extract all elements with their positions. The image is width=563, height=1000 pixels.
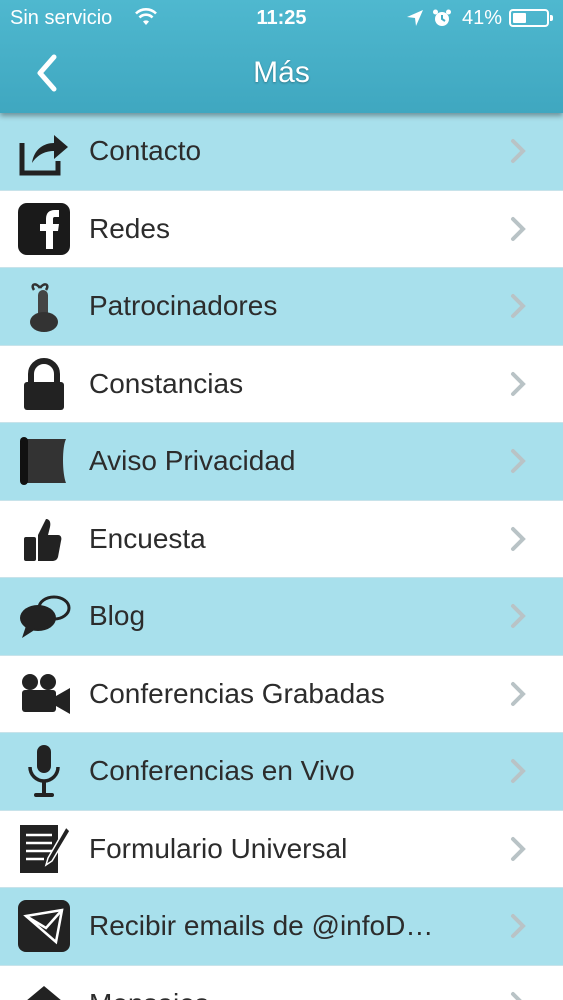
document-pen-icon [16,821,72,877]
facebook-icon [16,201,72,257]
chevron-right-icon [508,292,528,320]
location-arrow-icon [406,9,424,27]
menu-item-label: Constancias [89,367,244,399]
menu-item-label: Recibir emails de @infoD… [89,910,434,942]
finger-ribbon-icon [16,278,72,334]
menu-item-blog[interactable]: Blog [0,578,563,656]
menu-item-label: Conferencias en Vivo [89,755,355,787]
menu-item-label: Formulario Universal [89,832,348,864]
menu-item-label: Blog [89,600,146,632]
chevron-right-icon [508,602,528,630]
menu-list: Contacto Redes Patrocinadores Constancia… [0,113,563,1000]
menu-item-label: Aviso Privacidad [89,445,296,477]
top-bar: Sin servicio 11:25 41% Más [0,0,563,113]
menu-item-aviso-privacidad[interactable]: Aviso Privacidad [0,423,563,501]
menu-item-patrocinadores[interactable]: Patrocinadores [0,268,563,346]
menu-item-label: Contacto [89,135,202,167]
battery-percent: 41% [462,7,503,29]
menu-item-conferencias-en-vivo[interactable]: Conferencias en Vivo [0,733,563,811]
page-title: Más [253,56,310,89]
menu-item-constancias[interactable]: Constancias [0,345,563,423]
thumbs-up-icon [16,511,72,567]
envelope-icon [16,898,72,954]
menu-item-label: Encuesta [89,522,206,554]
chevron-right-icon [508,835,528,863]
chevron-right-icon [508,447,528,475]
menu-item-mensajes[interactable]: Mensajes [0,965,563,1000]
chevron-right-icon [508,990,528,1000]
battery-icon [509,9,553,27]
message-icon [16,976,72,1000]
menu-item-contacto[interactable]: Contacto [0,113,563,191]
menu-item-label: Conferencias Grabadas [89,677,385,709]
chat-bubbles-icon [16,588,72,644]
chevron-right-icon [508,215,528,243]
menu-item-label: Mensajes [89,988,489,1000]
microphone-icon [16,743,72,799]
chevron-right-icon [508,525,528,553]
menu-item-redes[interactable]: Redes [0,190,563,268]
menu-item-formulario-universal[interactable]: Formulario Universal [0,810,563,888]
menu-item-encuesta[interactable]: Encuesta [0,500,563,578]
lock-icon [16,356,72,412]
alarm-clock-icon [432,8,452,28]
status-bar: Sin servicio 11:25 41% [0,0,563,38]
menu-item-recibir-emails[interactable]: Recibir emails de @infoD… [0,888,563,966]
chevron-right-icon [508,680,528,708]
scroll-icon [16,433,72,489]
menu-item-label: Redes [89,212,170,244]
video-camera-icon [16,666,72,722]
menu-item-conferencias-grabadas[interactable]: Conferencias Grabadas [0,655,563,733]
chevron-right-icon [508,912,528,940]
share-icon [16,123,72,179]
chevron-right-icon [508,137,528,165]
chevron-right-icon [508,757,528,785]
menu-item-label: Patrocinadores [89,290,278,322]
chevron-right-icon [508,370,528,398]
